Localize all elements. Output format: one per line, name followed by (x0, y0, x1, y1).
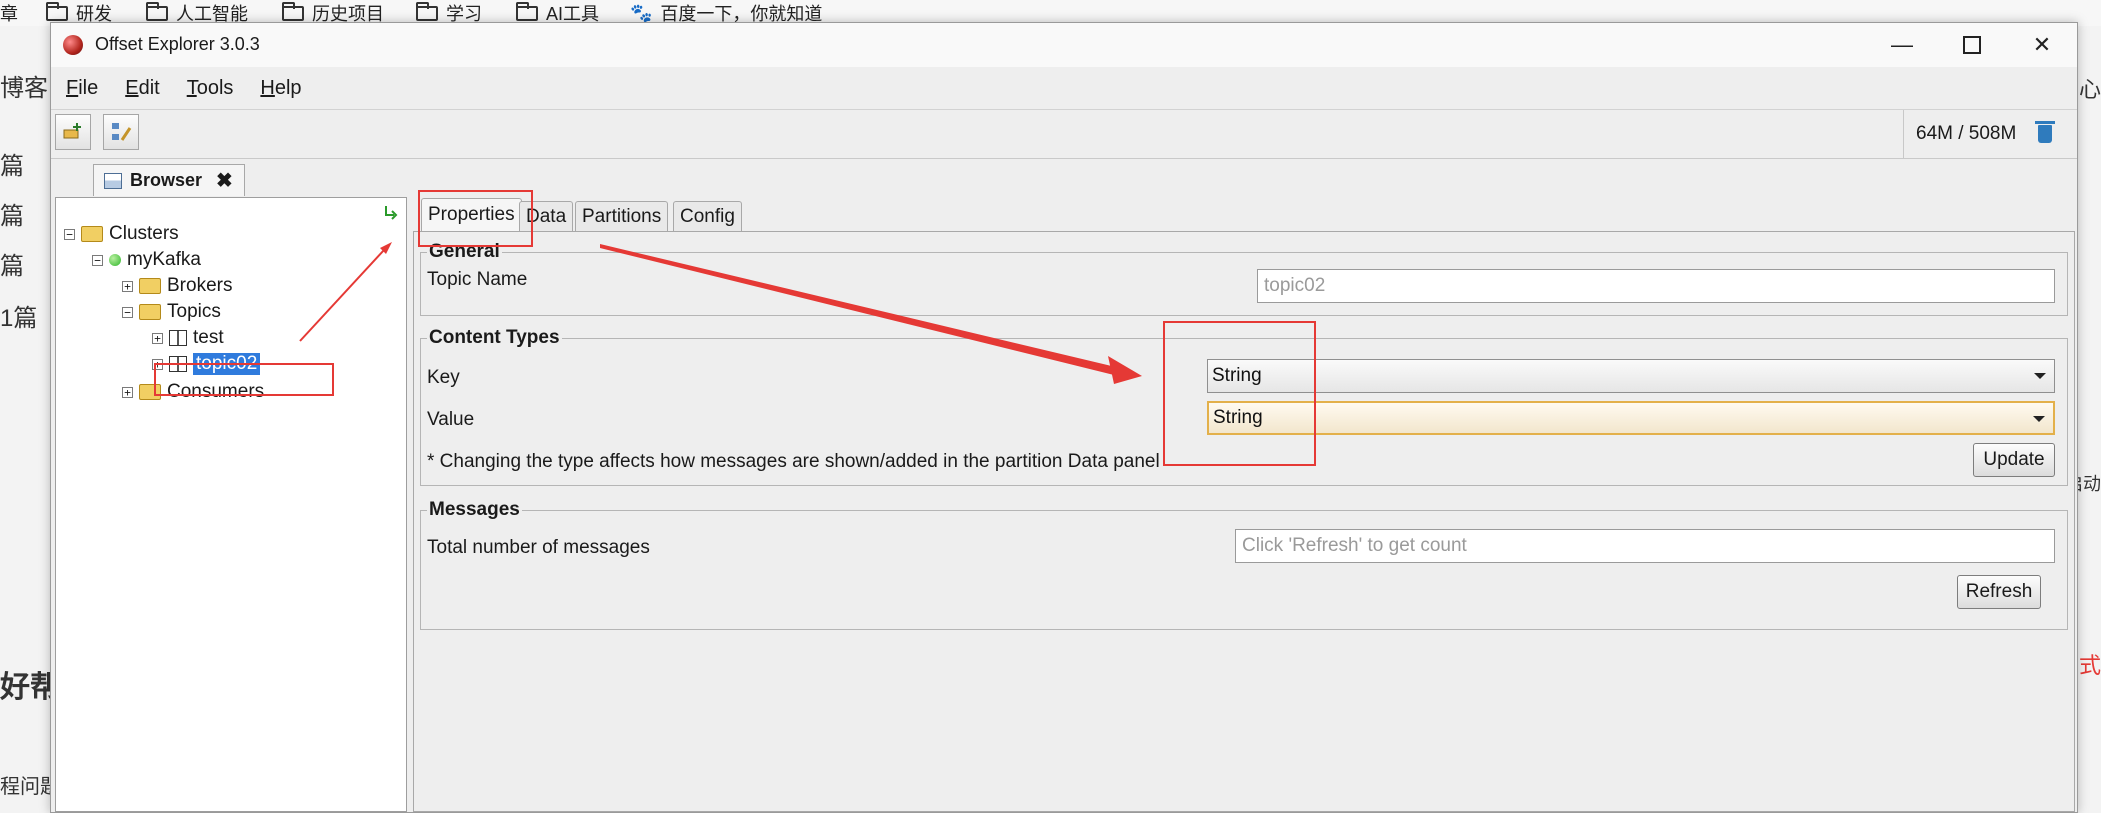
annotation-arrowhead (1108, 356, 1142, 384)
annotation-arrow-thin (299, 249, 385, 342)
annotation-arrow-thick (600, 244, 1120, 376)
annotation-arrows (299, 242, 1142, 384)
